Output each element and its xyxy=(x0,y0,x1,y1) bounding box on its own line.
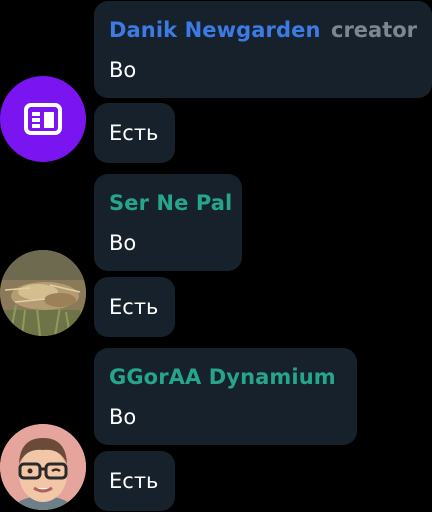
message-bubble[interactable]: Есть xyxy=(94,103,175,163)
author-role-badge: creator xyxy=(331,18,418,42)
memoji-with-glasses xyxy=(0,424,86,510)
message-text: Во xyxy=(109,231,137,255)
author-name[interactable]: Danik Newgarden xyxy=(109,18,321,42)
message-bubble[interactable]: Ser Ne Pal Во xyxy=(94,174,242,271)
message-bubble[interactable]: Danik Newgarden creator Во xyxy=(94,1,432,98)
newspaper-icon xyxy=(24,103,62,135)
grass-photo xyxy=(0,250,86,336)
message-text: Есть xyxy=(109,295,159,319)
avatar[interactable] xyxy=(0,76,86,162)
message-bubble[interactable]: Есть xyxy=(94,277,175,337)
message-text: Во xyxy=(109,58,137,82)
avatar[interactable] xyxy=(0,250,86,336)
avatar[interactable] xyxy=(0,424,86,510)
author-name[interactable]: GGorAA Dynamium xyxy=(109,365,336,389)
message-bubble[interactable]: GGorAA Dynamium Во xyxy=(94,348,357,445)
message-text: Есть xyxy=(109,121,159,145)
author-name[interactable]: Ser Ne Pal xyxy=(109,191,232,215)
message-text: Во xyxy=(109,405,137,429)
message-text: Есть xyxy=(109,469,159,493)
message-bubble[interactable]: Есть xyxy=(94,451,175,511)
